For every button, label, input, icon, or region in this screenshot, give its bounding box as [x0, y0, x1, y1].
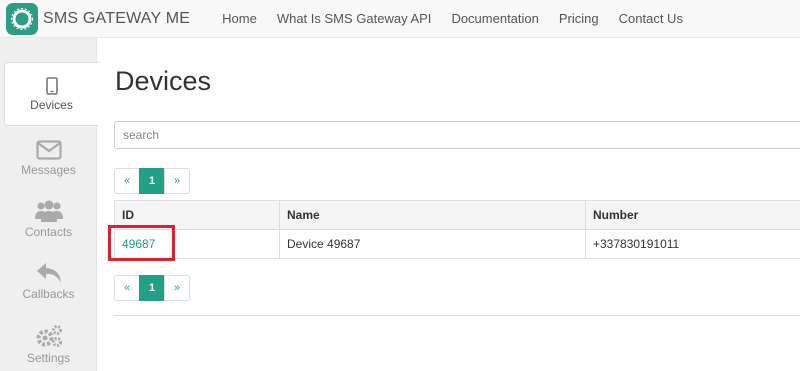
brand[interactable]: SMS GATEWAY ME	[0, 0, 190, 38]
device-id-link[interactable]: 49687	[122, 237, 155, 251]
pagination-bottom: « 1 »	[114, 275, 190, 301]
device-name-cell: Device 49687	[279, 229, 586, 259]
reply-icon	[36, 263, 61, 283]
pagination-next-button[interactable]: »	[164, 275, 190, 301]
pagination-prev-button[interactable]: «	[114, 168, 140, 194]
nav-home-link[interactable]: Home	[222, 11, 257, 26]
sidebar-item-callbacks[interactable]: Callbacks	[0, 262, 97, 301]
page-title: Devices	[115, 66, 212, 96]
sidebar-item-label: Devices	[30, 97, 73, 112]
gears-icon	[36, 325, 62, 347]
sidebar-item-contacts[interactable]: Contacts	[0, 200, 97, 239]
sidebar-item-label: Settings	[26, 351, 71, 365]
top-navbar: SMS GATEWAY ME Home What Is SMS Gateway …	[0, 0, 800, 38]
pagination-page-button[interactable]: 1	[139, 168, 165, 194]
column-header-number[interactable]: Number	[585, 200, 800, 230]
device-id-cell: 49687	[114, 229, 280, 259]
pagination-next-button[interactable]: »	[164, 168, 190, 194]
sidebar-item-messages[interactable]: Messages	[0, 140, 97, 177]
devices-table: ID Name Number 49687 Device 49687 +33783…	[114, 200, 800, 259]
sidebar: Devices Messages Contacts Callbacks Sett…	[0, 38, 98, 371]
nav-pricing-link[interactable]: Pricing	[559, 11, 599, 26]
column-header-name[interactable]: Name	[279, 200, 586, 230]
nav-contact-link[interactable]: Contact Us	[619, 11, 683, 26]
sidebar-item-devices[interactable]: Devices	[4, 62, 98, 126]
device-number-cell: +337830191011	[585, 229, 800, 259]
table-header-row: ID Name Number	[114, 200, 800, 230]
mobile-icon	[45, 76, 58, 95]
logo-icon	[6, 2, 38, 35]
divider	[114, 315, 800, 316]
table-row: 49687 Device 49687 +337830191011	[114, 229, 800, 259]
pagination-page-button[interactable]: 1	[139, 275, 165, 301]
column-header-id[interactable]: ID	[114, 200, 280, 230]
sidebar-item-settings[interactable]: Settings	[0, 324, 97, 365]
pagination-prev-button[interactable]: «	[114, 275, 140, 301]
sidebar-item-label: Callbacks	[22, 287, 75, 301]
nav-what-is-link[interactable]: What Is SMS Gateway API	[277, 11, 432, 26]
sidebar-item-label: Contacts	[24, 225, 73, 239]
nav-documentation-link[interactable]: Documentation	[451, 11, 538, 26]
main-content: Devices « 1 » ID Name Number 49687 Devic…	[97, 38, 800, 371]
brand-name: SMS GATEWAY ME	[43, 9, 191, 27]
pagination-top: « 1 »	[114, 168, 190, 194]
envelope-icon	[35, 140, 62, 160]
search-input[interactable]	[114, 121, 800, 149]
users-icon	[34, 200, 63, 222]
sidebar-item-label: Messages	[21, 163, 76, 177]
